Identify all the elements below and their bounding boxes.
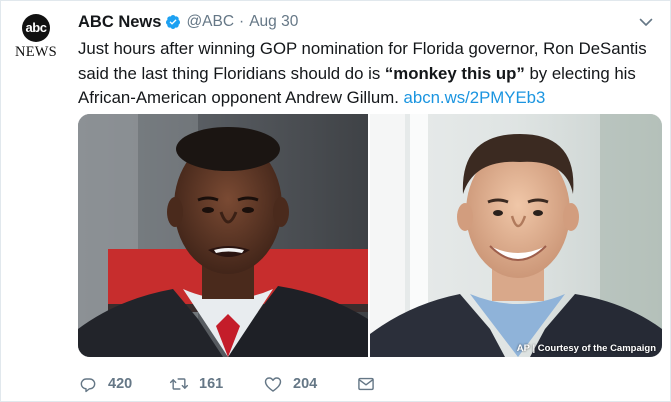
direct-message-button[interactable] <box>356 373 376 395</box>
separator-dot: · <box>239 13 245 30</box>
verified-icon <box>166 15 181 29</box>
author-display-name[interactable]: ABC News <box>78 13 161 32</box>
photo-left[interactable] <box>78 114 368 357</box>
reply-icon <box>80 378 96 393</box>
photo-credit: AP | Courtesy of the Campaign <box>516 343 656 354</box>
tweet-link[interactable]: abcn.ws/2PMYEb3 <box>404 88 546 107</box>
tweet-timestamp[interactable]: Aug 30 <box>249 13 298 31</box>
retweet-button[interactable]: 161 <box>169 373 223 395</box>
retweet-count: 161 <box>199 376 224 392</box>
retweet-icon <box>169 378 189 390</box>
photo-right[interactable] <box>370 114 662 357</box>
tweet-text: Just hours after winning GOP nomination … <box>78 37 663 111</box>
media-attachment[interactable]: AP | Courtesy of the Campaign <box>78 114 662 357</box>
reply-button[interactable]: 420 <box>78 373 132 395</box>
tweet-card[interactable]: abc NEWS ABC News @ABC · Aug 30 Just hou… <box>0 0 671 402</box>
dm-envelope-icon <box>358 377 374 391</box>
tweet-header: ABC News @ABC · Aug 30 <box>78 12 298 32</box>
news-wordmark: NEWS <box>15 44 57 60</box>
tweet-quote: “monkey this up” <box>384 63 525 83</box>
author-handle[interactable]: @ABC <box>186 13 234 31</box>
reply-count: 420 <box>108 376 133 392</box>
like-count: 204 <box>293 376 318 392</box>
like-button[interactable]: 204 <box>263 373 317 395</box>
like-icon <box>264 377 282 392</box>
avatar[interactable]: abc NEWS <box>13 13 59 60</box>
abc-logo: abc <box>22 14 50 42</box>
chevron-down-icon[interactable] <box>638 14 654 30</box>
